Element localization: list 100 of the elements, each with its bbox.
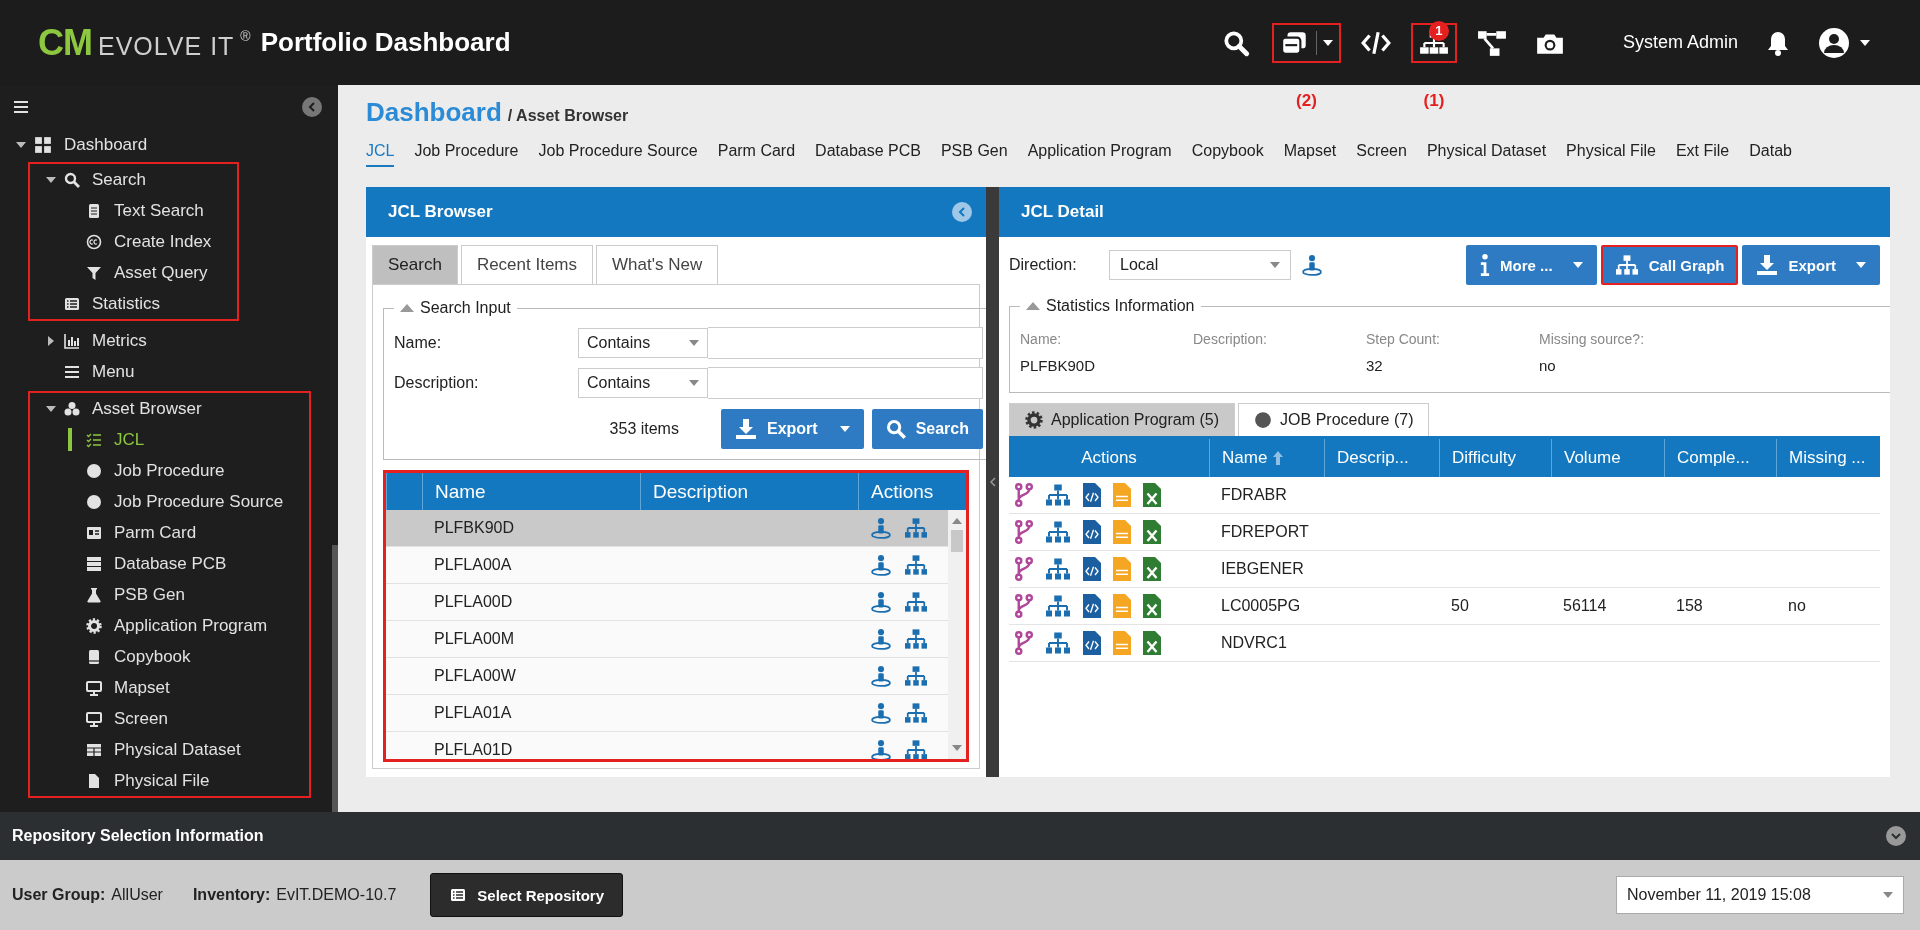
sidebar-item[interactable]: Copybook	[30, 641, 284, 672]
branch-icon[interactable]	[1015, 483, 1033, 507]
person-icon[interactable]	[870, 702, 892, 724]
export-button[interactable]: Export	[720, 409, 864, 449]
collapse-icon[interactable]	[302, 97, 322, 117]
column-header[interactable]: Descrip...	[1324, 439, 1439, 477]
bell-icon[interactable]	[1766, 29, 1790, 56]
sidebar-item[interactable]: Physical Dataset	[30, 734, 284, 765]
spreadsheet-file-icon[interactable]	[1143, 483, 1161, 507]
date-dropdown[interactable]: November 11, 2019 15:08	[1616, 876, 1904, 914]
asset-tab[interactable]: Parm Card	[717, 142, 796, 167]
tab[interactable]: Search	[372, 245, 458, 284]
code-file-icon[interactable]	[1083, 557, 1101, 581]
sidebar-item[interactable]: Mapset	[30, 672, 284, 703]
person-icon[interactable]	[870, 554, 892, 576]
sidebar-item[interactable]: Create Index	[30, 226, 212, 257]
operator-dropdown[interactable]: Contains	[578, 328, 708, 358]
column-header[interactable]: Volume	[1551, 439, 1664, 477]
scrollbar[interactable]	[948, 510, 966, 759]
sidebar-item[interactable]: PSB Gen	[30, 579, 284, 610]
collapse-icon[interactable]	[952, 202, 972, 222]
org-chart-icon[interactable]	[904, 702, 928, 724]
toolbar-button[interactable]: Export	[1742, 245, 1880, 285]
asset-tab[interactable]: JCL	[366, 142, 395, 167]
code-file-icon[interactable]	[1083, 520, 1101, 544]
spreadsheet-file-icon[interactable]	[1143, 631, 1161, 655]
menu-icon[interactable]	[12, 99, 30, 115]
asset-tab[interactable]: Ext File	[1675, 142, 1730, 167]
asset-tab[interactable]: Physical Dataset	[1426, 142, 1547, 167]
select-repository-button[interactable]: Select Repository	[430, 873, 623, 917]
column-header[interactable]: Comple...	[1664, 439, 1776, 477]
tab[interactable]: Application Program (5)	[1009, 403, 1236, 436]
toolbar-button[interactable]: More ...	[1466, 245, 1597, 285]
tab[interactable]: JOB Procedure (7)	[1238, 403, 1430, 436]
org-chart-icon[interactable]	[1045, 483, 1071, 507]
table-row[interactable]: PLFLA00A	[386, 547, 948, 584]
sidebar-item[interactable]: Physical File	[30, 765, 284, 796]
direction-dropdown[interactable]: Local	[1109, 250, 1291, 280]
tab[interactable]: Recent Items	[460, 245, 594, 284]
sidebar-item[interactable]: Dashboard	[0, 129, 338, 160]
column-header[interactable]: Name	[1209, 439, 1324, 477]
table-row[interactable]: PLFLA00D	[386, 584, 948, 621]
sidebar-item[interactable]: Statistics	[30, 288, 212, 319]
asset-tab[interactable]: Copybook	[1191, 142, 1264, 167]
sidebar-item[interactable]: Job Procedure Source	[30, 486, 284, 517]
expand-icon[interactable]	[1886, 826, 1906, 846]
table-row[interactable]: PLFLA00W	[386, 658, 948, 695]
input-field[interactable]	[708, 327, 983, 359]
org-chart-icon[interactable]	[904, 665, 928, 687]
search-button[interactable]: Search	[871, 409, 983, 449]
org-chart-icon[interactable]	[1045, 520, 1071, 544]
org-chart-icon[interactable]	[904, 591, 928, 613]
asset-tab[interactable]: PSB Gen	[940, 142, 1008, 167]
person-icon[interactable]	[870, 628, 892, 650]
sidebar-item[interactable]: Database PCB	[30, 548, 284, 579]
caret-icon[interactable]	[1860, 39, 1870, 46]
branch-icon[interactable]	[1015, 594, 1033, 618]
sidebar-item[interactable]: Job Procedure	[30, 455, 284, 486]
code-file-icon[interactable]	[1083, 594, 1101, 618]
sidebar-item[interactable]: Metrics	[30, 325, 147, 356]
asset-tab[interactable]: Screen	[1356, 142, 1407, 167]
org-chart-icon[interactable]	[904, 517, 928, 539]
asset-tab[interactable]: Application Program	[1027, 142, 1172, 167]
sidebar-item[interactable]: Asset Browser	[30, 393, 284, 424]
person-icon[interactable]	[870, 517, 892, 539]
org-chart-icon[interactable]	[1045, 594, 1071, 618]
tab[interactable]: What's New	[596, 245, 719, 284]
asset-tab[interactable]: Job Procedure Source	[538, 142, 698, 167]
branch-icon[interactable]	[1015, 557, 1033, 581]
asset-tab[interactable]: Physical File	[1566, 142, 1656, 167]
column-header[interactable]: Actions	[1009, 439, 1209, 477]
sidebar-item[interactable]: Application Program	[30, 610, 284, 641]
collapse-icon[interactable]	[400, 304, 414, 312]
org-chart-icon[interactable]	[904, 739, 928, 759]
person-icon[interactable]	[1301, 253, 1323, 277]
person-icon[interactable]	[870, 739, 892, 759]
org-chart-icon[interactable]	[904, 628, 928, 650]
org-chart-icon[interactable]	[904, 554, 928, 576]
asset-tab[interactable]: Datab	[1749, 142, 1792, 167]
asset-tab[interactable]: Job Procedure	[414, 142, 519, 167]
input-field[interactable]	[708, 367, 983, 399]
org-chart-icon[interactable]	[1045, 557, 1071, 581]
column-header[interactable]: Difficulty	[1439, 439, 1551, 477]
table-row[interactable]: PLFLA00M	[386, 621, 948, 658]
column-header[interactable]: Missing ...	[1776, 439, 1880, 477]
person-icon[interactable]	[870, 665, 892, 687]
code-file-icon[interactable]	[1083, 631, 1101, 655]
asset-tab[interactable]: Mapset	[1283, 142, 1337, 167]
user-name[interactable]: System Admin	[1622, 32, 1738, 53]
sidebar-item[interactable]: Screen	[30, 703, 284, 734]
sidebar-item[interactable]: Parm Card	[30, 517, 284, 548]
table-row[interactable]: PLFLA01D	[386, 732, 948, 759]
operator-dropdown[interactable]: Contains	[578, 368, 708, 398]
person-icon[interactable]	[870, 591, 892, 613]
spreadsheet-file-icon[interactable]	[1143, 520, 1161, 544]
scrollbar[interactable]	[332, 545, 338, 812]
toolbar-button[interactable]: Call Graph	[1600, 245, 1739, 285]
branch-icon[interactable]	[1015, 520, 1033, 544]
table-row[interactable]: PLFBK90D	[386, 510, 948, 547]
code-file-icon[interactable]	[1083, 483, 1101, 507]
